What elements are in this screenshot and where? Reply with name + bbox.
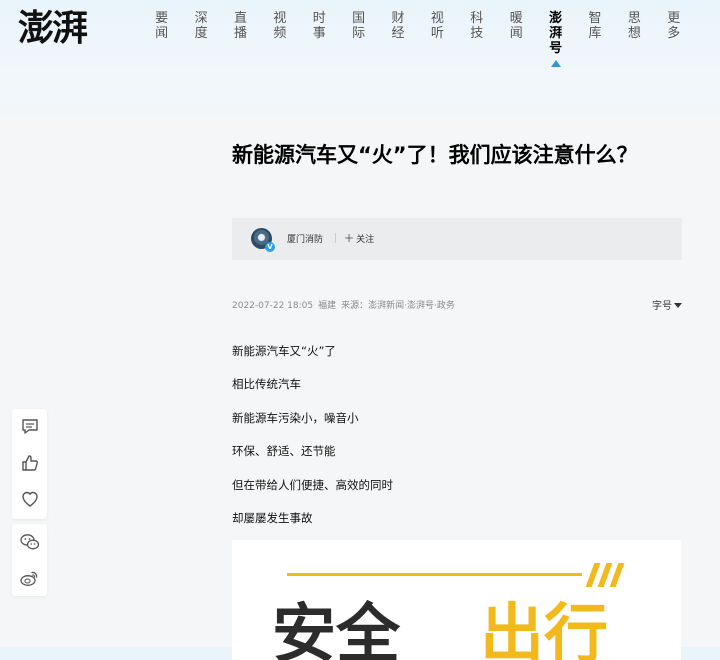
nav-item-label: 财经 bbox=[391, 11, 405, 41]
publish-location: 福建 bbox=[318, 301, 337, 311]
nav-item[interactable]: 更多 bbox=[654, 11, 693, 67]
article-meta: 2022-07-22 18:05 福建 来源：澎湃新闻·澎湃号·政务 bbox=[232, 298, 460, 311]
nav-item-label: 要闻 bbox=[155, 11, 169, 41]
nav-item-label: 暖闻 bbox=[509, 11, 523, 41]
nav-item[interactable]: 时事 bbox=[300, 11, 339, 67]
article-paragraph: 但在带给人们便捷、高效的同时 bbox=[232, 478, 393, 492]
nav-item[interactable]: 深度 bbox=[181, 11, 220, 67]
author-name[interactable]: 厦门消防 bbox=[287, 232, 323, 245]
article-action-sidebar bbox=[12, 409, 47, 519]
article-source: 来源：澎湃新闻·澎湃号·政务 bbox=[341, 301, 455, 311]
nav-item[interactable]: 智库 bbox=[575, 11, 614, 67]
author-bar: V 厦门消防 + 关注 bbox=[232, 218, 682, 260]
share-wechat-button[interactable] bbox=[12, 524, 47, 560]
nav-item[interactable]: 财经 bbox=[378, 11, 417, 67]
follow-label: 关注 bbox=[356, 235, 375, 245]
top-navigation-bar: 澎湃 要闻 深度 直播 视频 时事 国际 财经 视听 科技 暖闻 澎湃号 智库 思想 更多 bbox=[0, 0, 720, 80]
nav-item-label: 直播 bbox=[233, 11, 247, 41]
verified-badge-icon: V bbox=[265, 242, 275, 252]
banner-line bbox=[287, 573, 582, 576]
banner-text-safety: 安全 bbox=[272, 598, 400, 660]
article-paragraph: 新能源车污染小，噪音小 bbox=[232, 411, 359, 425]
nav-item-label: 视频 bbox=[273, 11, 287, 41]
nav-item-label: 科技 bbox=[470, 11, 484, 41]
like-icon bbox=[21, 455, 38, 471]
nav-item[interactable]: 科技 bbox=[457, 11, 496, 67]
nav-item-label: 澎湃号 bbox=[549, 11, 563, 56]
nav-item[interactable]: 直播 bbox=[221, 11, 260, 67]
nav-item[interactable]: 视听 bbox=[418, 11, 457, 67]
banner-slash bbox=[609, 563, 625, 587]
comment-button[interactable] bbox=[12, 409, 47, 445]
channel-nav: 要闻 深度 直播 视频 时事 国际 财经 视听 科技 暖闻 澎湃号 智库 思想 更多 bbox=[142, 11, 693, 67]
article-title: 新能源汽车又“火”了！我们应该注意什么？ bbox=[232, 143, 638, 167]
thepaper-logo[interactable]: 澎湃 bbox=[18, 6, 88, 50]
author-divider bbox=[335, 233, 336, 243]
nav-item[interactable]: 暖闻 bbox=[497, 11, 536, 67]
font-size-label: 字号 bbox=[652, 301, 672, 312]
comment-icon bbox=[21, 419, 38, 434]
nav-item[interactable]: 要闻 bbox=[142, 11, 181, 67]
like-button[interactable] bbox=[12, 445, 47, 481]
active-indicator-icon bbox=[550, 60, 561, 67]
wechat-icon bbox=[19, 534, 39, 550]
article-paragraph: 新能源汽车又“火”了 bbox=[232, 344, 336, 358]
nav-item-label: 视听 bbox=[430, 11, 444, 41]
share-weibo-button[interactable] bbox=[12, 560, 47, 596]
article-paragraph: 却屡屡发生事故 bbox=[232, 511, 313, 525]
nav-item-label: 深度 bbox=[194, 11, 208, 41]
dropdown-caret-icon bbox=[674, 303, 682, 308]
nav-item-label: 时事 bbox=[312, 11, 326, 41]
publish-date: 2022-07-22 18:05 bbox=[232, 301, 314, 311]
plus-icon: + bbox=[344, 231, 355, 245]
nav-item[interactable]: 国际 bbox=[339, 11, 378, 67]
article-image-banner: 安全 出行 bbox=[232, 540, 681, 660]
favorite-button[interactable] bbox=[12, 481, 47, 517]
follow-button[interactable]: + 关注 bbox=[344, 231, 374, 245]
favorite-heart-icon bbox=[21, 491, 38, 507]
banner-text-travel: 出行 bbox=[480, 598, 608, 660]
nav-item[interactable]: 思想 bbox=[615, 11, 654, 67]
article-paragraph: 相比传统汽车 bbox=[232, 377, 301, 391]
nav-item-label: 思想 bbox=[627, 11, 641, 41]
font-size-toggle[interactable]: 字号 bbox=[652, 297, 682, 312]
nav-item[interactable]: 澎湃号 bbox=[536, 11, 575, 67]
nav-item-label: 更多 bbox=[667, 11, 681, 41]
nav-item-label: 智库 bbox=[588, 11, 602, 41]
nav-item-label: 国际 bbox=[352, 11, 366, 41]
share-sidebar bbox=[12, 524, 47, 596]
nav-item[interactable]: 视频 bbox=[260, 11, 299, 67]
weibo-icon bbox=[19, 571, 37, 586]
article-paragraph: 环保、舒适、还节能 bbox=[232, 444, 336, 458]
